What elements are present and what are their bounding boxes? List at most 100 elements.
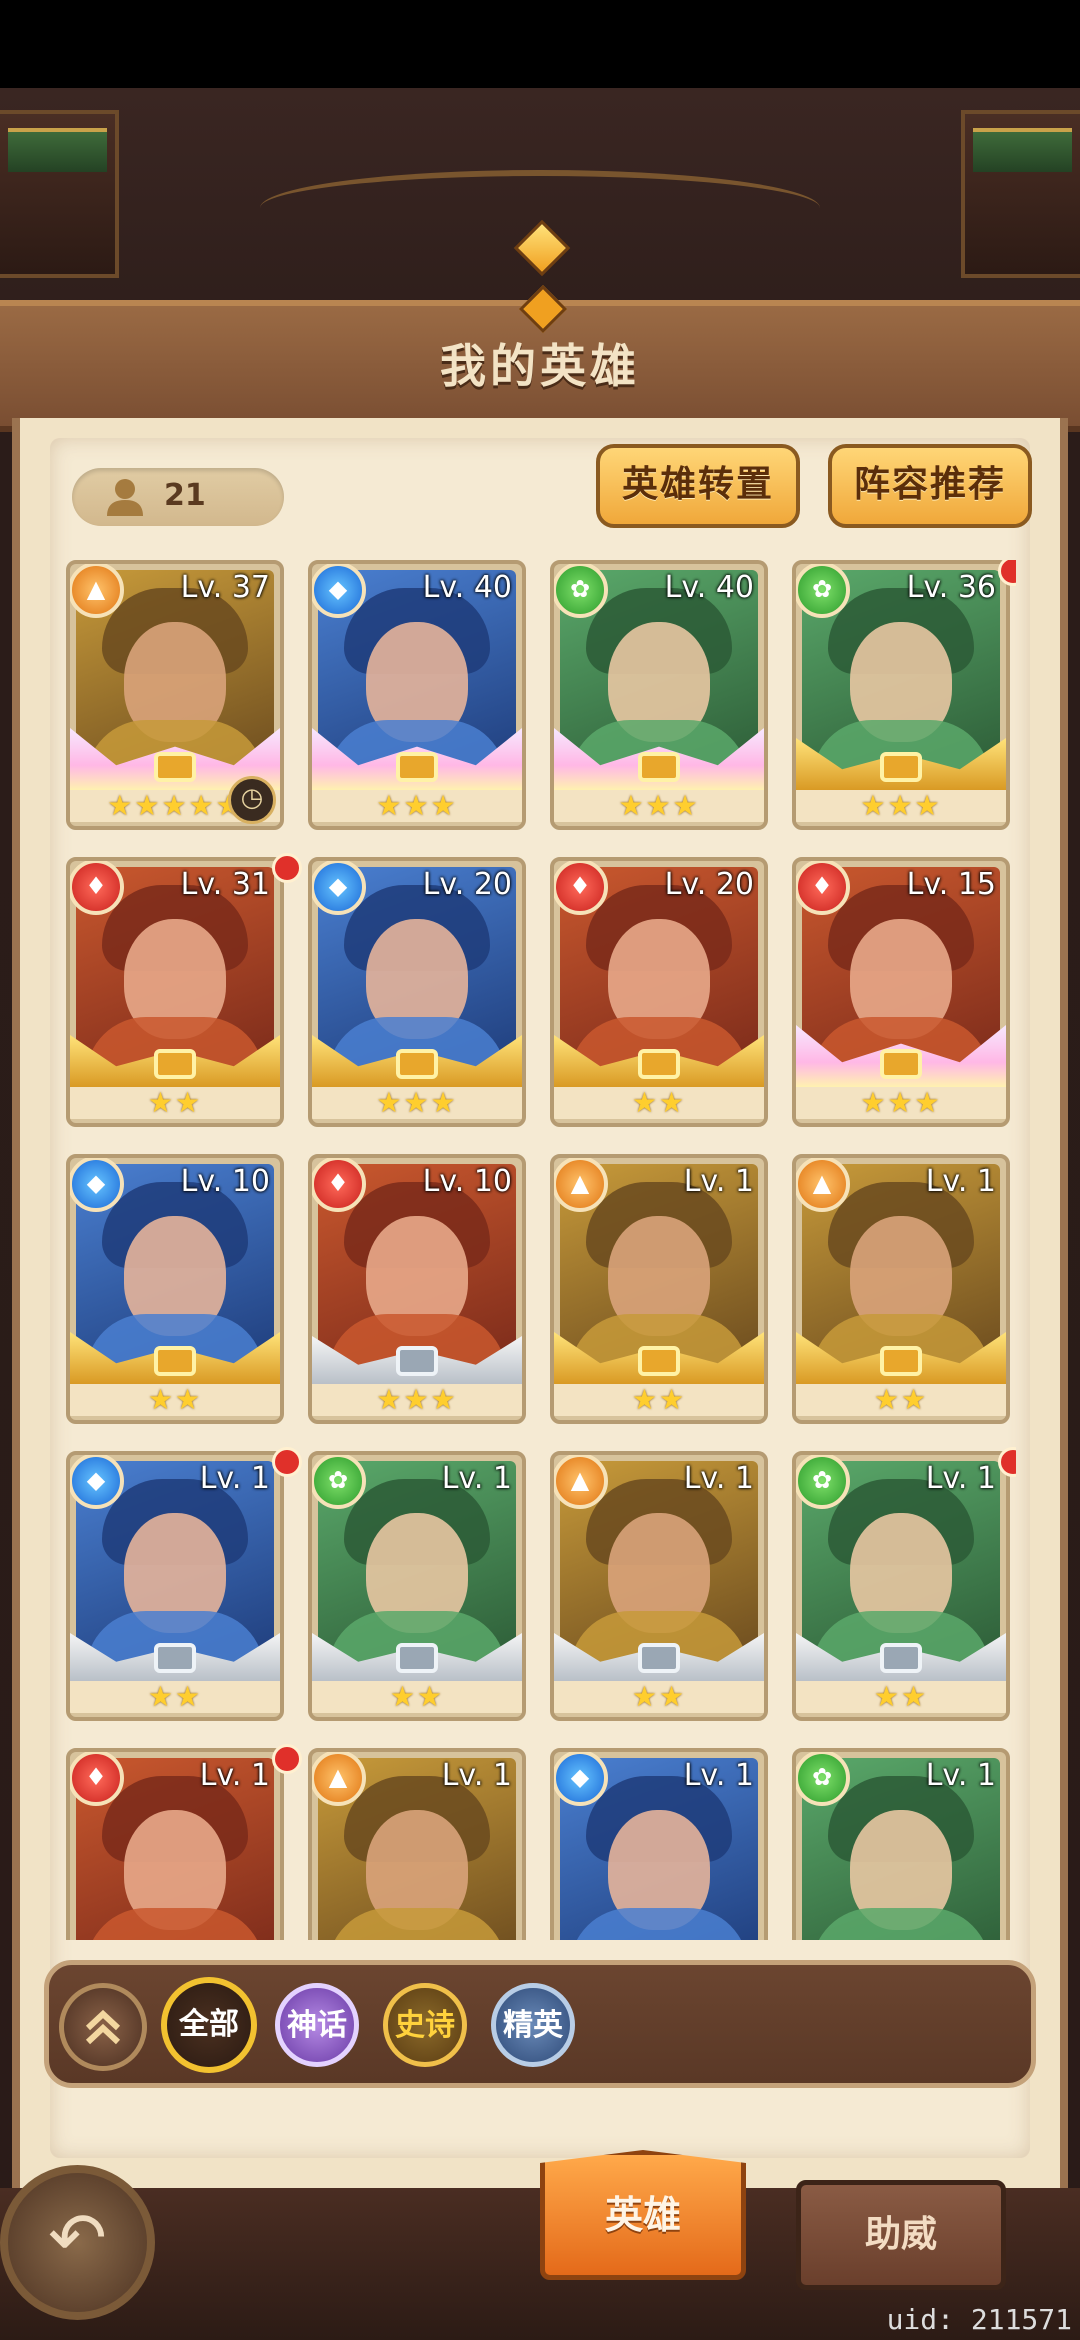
- hero-transfer-button[interactable]: 英雄转置: [596, 444, 800, 528]
- hero-card[interactable]: ★★★ Lv. 36 ✿: [792, 560, 1010, 830]
- earth-element-icon: ▲: [554, 1455, 608, 1509]
- hero-card[interactable]: ★★ Lv. 1 ▲: [792, 1154, 1010, 1424]
- hero-level: Lv. 40: [664, 570, 754, 605]
- earth-element-icon: ▲: [312, 1752, 366, 1806]
- rarity-emblem-icon: [154, 1049, 196, 1079]
- hero-card[interactable]: ★★★ Lv. 40 ◆: [308, 560, 526, 830]
- hero-stars: ★★★: [312, 1087, 522, 1119]
- hero-count-text: 21: [164, 478, 206, 513]
- hero-level: Lv. 1: [683, 1758, 754, 1793]
- fire-element-icon: ♦: [796, 861, 850, 915]
- rarity-emblem-icon: [396, 1643, 438, 1673]
- fire-element-icon: ♦: [70, 1752, 124, 1806]
- hero-card[interactable]: Lv. 1 ♦: [66, 1748, 284, 1940]
- hero-stars: ★★: [312, 1681, 522, 1713]
- hero-level: Lv. 40: [422, 570, 512, 605]
- hero-level: Lv. 37: [180, 570, 270, 605]
- earth-element-icon: ▲: [70, 564, 124, 618]
- page-title: 我的英雄: [440, 339, 640, 393]
- person-icon: [107, 479, 143, 516]
- hero-card[interactable]: ★★★ Lv. 15 ♦: [792, 857, 1010, 1127]
- filter-epic-button[interactable]: 史诗: [383, 1983, 467, 2067]
- hero-level: Lv. 36: [906, 570, 996, 605]
- water-element-icon: ◆: [312, 861, 366, 915]
- notification-dot-icon: [272, 1744, 302, 1774]
- rarity-emblem-icon: [396, 752, 438, 782]
- hero-stars: ★★★: [312, 1384, 522, 1416]
- earth-element-icon: ▲: [554, 1158, 608, 1212]
- hero-level: Lv. 10: [180, 1164, 270, 1199]
- rarity-emblem-icon: [154, 752, 196, 782]
- back-arrow-icon: ↶: [48, 2197, 107, 2279]
- rarity-emblem-icon: [154, 1346, 196, 1376]
- hero-level: Lv. 20: [422, 867, 512, 902]
- decor-pillar-right: [961, 110, 1080, 278]
- hero-card[interactable]: ★★ Lv. 1 ▲: [550, 1451, 768, 1721]
- hero-card[interactable]: ★★ Lv. 10 ◆: [66, 1154, 284, 1424]
- water-element-icon: ◆: [70, 1158, 124, 1212]
- rarity-emblem-icon: [638, 1049, 680, 1079]
- hero-card[interactable]: ★★★ Lv. 10 ♦: [308, 1154, 526, 1424]
- hero-level: Lv. 15: [906, 867, 996, 902]
- filter-myth-button[interactable]: 神话: [275, 1983, 359, 2067]
- water-element-icon: ◆: [312, 564, 366, 618]
- wind-element-icon: ✿: [554, 564, 608, 618]
- hero-level: Lv. 1: [925, 1164, 996, 1199]
- rarity-emblem-icon: [396, 1346, 438, 1376]
- hero-card[interactable]: ★★ Lv. 1 ✿: [308, 1451, 526, 1721]
- hero-count-badge: 21: [72, 468, 284, 526]
- filter-all-button[interactable]: 全部: [161, 1977, 257, 2073]
- hero-card[interactable]: ★★ Lv. 1 ▲: [550, 1154, 768, 1424]
- collapse-filter-button[interactable]: [59, 1983, 147, 2071]
- hero-stars: ★★★: [312, 790, 522, 822]
- decor-pillar-left: [0, 110, 119, 278]
- hero-level: Lv. 31: [180, 867, 270, 902]
- rarity-filter-bar: 全部 神话 史诗 精英: [44, 1960, 1036, 2088]
- rarity-emblem-icon: [880, 752, 922, 782]
- hero-stars: ★★: [554, 1087, 764, 1119]
- wind-element-icon: ✿: [312, 1455, 366, 1509]
- hero-card[interactable]: ★★ Lv. 20 ♦: [550, 857, 768, 1127]
- uid-label: uid: 211571: [886, 2303, 1072, 2336]
- rarity-emblem-icon: [154, 1643, 196, 1673]
- hero-stars: ★★: [796, 1681, 1006, 1713]
- title-banner: 我的英雄: [0, 284, 1080, 432]
- hero-card[interactable]: ★★ Lv. 1 ✿: [792, 1451, 1010, 1721]
- hero-stars: ★★★: [554, 790, 764, 822]
- earth-element-icon: ▲: [796, 1158, 850, 1212]
- back-button[interactable]: ↶: [0, 2165, 155, 2320]
- double-chevron-up-icon: [85, 2009, 121, 2045]
- fire-element-icon: ♦: [70, 861, 124, 915]
- hero-card[interactable]: Lv. 1 ✿: [792, 1748, 1010, 1940]
- hero-level: Lv. 1: [683, 1164, 754, 1199]
- hero-level: Lv. 1: [441, 1461, 512, 1496]
- rarity-emblem-icon: [638, 1643, 680, 1673]
- wind-element-icon: ✿: [796, 1455, 850, 1509]
- hero-card[interactable]: ★★ Lv. 31 ♦: [66, 857, 284, 1127]
- rarity-emblem-icon: [638, 1346, 680, 1376]
- notification-dot-icon: [272, 853, 302, 883]
- hero-level: Lv. 20: [664, 867, 754, 902]
- hero-stars: ★★: [554, 1681, 764, 1713]
- hero-card[interactable]: Lv. 1 ▲: [308, 1748, 526, 1940]
- filter-elite-button[interactable]: 精英: [491, 1983, 575, 2067]
- clock-icon: ◷: [228, 776, 276, 824]
- water-element-icon: ◆: [554, 1752, 608, 1806]
- hero-card[interactable]: ★★★ Lv. 40 ✿: [550, 560, 768, 830]
- hero-level: Lv. 1: [199, 1758, 270, 1793]
- tab-support[interactable]: 助威: [796, 2180, 1006, 2290]
- hero-level: Lv. 1: [925, 1758, 996, 1793]
- tab-heroes[interactable]: 英雄: [540, 2150, 746, 2280]
- lineup-recommend-button[interactable]: 阵容推荐: [828, 444, 1032, 528]
- hero-card[interactable]: Lv. 1 ◆: [550, 1748, 768, 1940]
- water-element-icon: ◆: [70, 1455, 124, 1509]
- hero-grid: ★★★★★ Lv. 37 ▲ ◷ ★★★ Lv. 40 ◆ ★★★ Lv. 40 ✿ ★★★ Lv. …: [66, 560, 1016, 1940]
- hero-stars: ★★: [70, 1087, 280, 1119]
- hero-level: Lv. 1: [925, 1461, 996, 1496]
- fire-element-icon: ♦: [554, 861, 608, 915]
- hero-card[interactable]: ★★★★★ Lv. 37 ▲ ◷: [66, 560, 284, 830]
- hero-level: Lv. 10: [422, 1164, 512, 1199]
- hero-card[interactable]: ★★ Lv. 1 ◆: [66, 1451, 284, 1721]
- hero-card[interactable]: ★★★ Lv. 20 ◆: [308, 857, 526, 1127]
- fire-element-icon: ♦: [312, 1158, 366, 1212]
